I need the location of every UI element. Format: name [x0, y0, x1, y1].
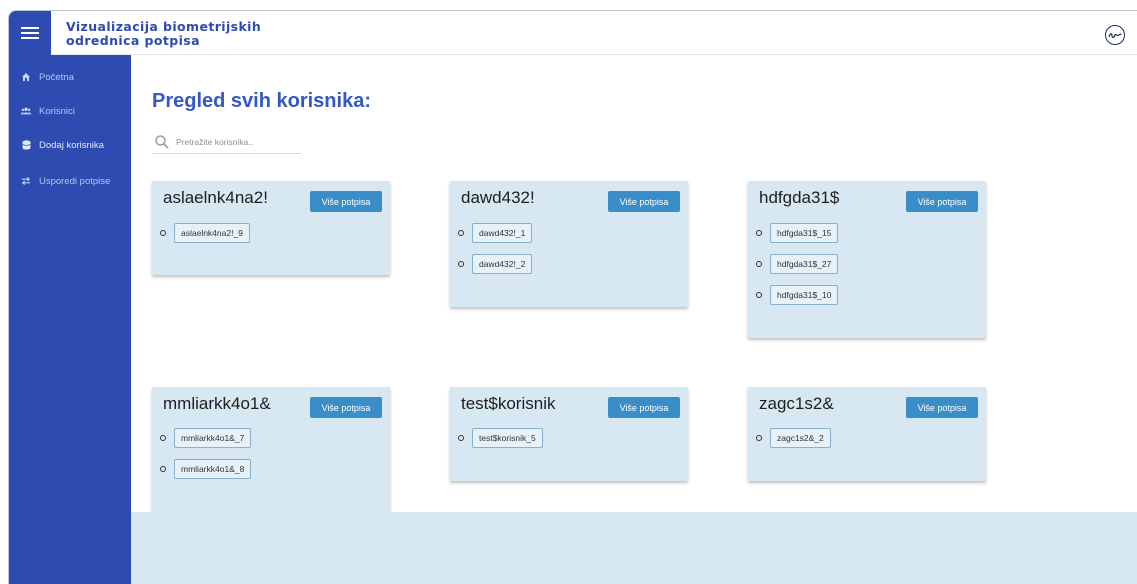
bullet-icon [756, 230, 762, 236]
more-signatures-button[interactable]: Više potpisa [906, 191, 978, 212]
more-signatures-button[interactable]: Više potpisa [906, 397, 978, 418]
more-signatures-button[interactable]: Više potpisa [310, 397, 382, 418]
signature-tag[interactable]: hdfgda31$_10 [770, 285, 839, 305]
bullet-icon [756, 261, 762, 267]
search-input[interactable] [176, 136, 296, 147]
user-name: zagc1s2& [759, 394, 834, 413]
more-signatures-button[interactable]: Više potpisa [608, 397, 680, 418]
search-icon [154, 134, 170, 150]
sidebar: Početna Korisnici Dodaj korisnika Uspore… [9, 55, 131, 584]
bullet-icon [458, 261, 464, 267]
bullet-icon [756, 435, 762, 441]
sidebar-item-usporedi-potpise[interactable]: Usporedi potpise [21, 173, 110, 189]
signature-tag[interactable]: mmliarkk4o1&_7 [174, 428, 252, 448]
sidebar-item-label: Usporedi potpise [39, 175, 111, 187]
user-card: dawd432! Više potpisa dawd432!_1 dawd432… [450, 181, 688, 307]
signature-item: hdfgda31$_10 [756, 285, 839, 305]
signature-tag[interactable]: hdfgda31$_27 [770, 254, 839, 274]
signature-tag[interactable]: test$korisnik_5 [472, 428, 543, 448]
user-card: aslaelnk4na2! Više potpisa aslaelnk4na2!… [152, 181, 390, 275]
signature-item: hdfgda31$_15 [756, 223, 839, 243]
signature-item: dawd432!_1 [458, 223, 533, 243]
bullet-icon [160, 230, 166, 236]
sidebar-item-label: Početna [39, 71, 74, 83]
signature-item: dawd432!_2 [458, 254, 533, 274]
user-card: hdfgda31$ Više potpisa hdfgda31$_15 hdfg… [748, 181, 986, 338]
app-title: Vizualizacija biometrijskih odrednica po… [66, 19, 262, 48]
bullet-icon [458, 435, 464, 441]
signature-item: aslaelnk4na2!_9 [160, 223, 250, 243]
users-icon [21, 106, 31, 116]
user-card: zagc1s2& Više potpisa zagc1s2&_2 [748, 387, 986, 481]
more-signatures-button[interactable]: Više potpisa [310, 191, 382, 212]
exchange-icon [21, 176, 31, 186]
menu-button[interactable] [9, 11, 51, 55]
signature-tag[interactable]: hdfgda31$_15 [770, 223, 839, 243]
signature-tag[interactable]: dawd432!_2 [472, 254, 533, 274]
page-title: Pregled svih korisnika: [152, 90, 371, 112]
sidebar-item-dodaj-korisnika[interactable]: Dodaj korisnika [21, 137, 104, 153]
signature-tag[interactable]: dawd432!_1 [472, 223, 533, 243]
footer-band [131, 512, 1137, 584]
signature-tag[interactable]: aslaelnk4na2!_9 [174, 223, 250, 243]
signature-item: zagc1s2&_2 [756, 428, 831, 448]
signature-item: mmliarkk4o1&_8 [160, 459, 252, 479]
user-name: aslaelnk4na2! [163, 188, 268, 207]
signature-tag[interactable]: zagc1s2&_2 [770, 428, 831, 448]
user-name: test$korisnik [461, 394, 556, 413]
user-name: hdfgda31$ [759, 188, 840, 207]
app-window: Vizualizacija biometrijskih odrednica po… [8, 10, 1137, 584]
signature-item: mmliarkk4o1&_7 [160, 428, 252, 448]
top-bar: Vizualizacija biometrijskih odrednica po… [9, 11, 1137, 55]
sidebar-item-korisnici[interactable]: Korisnici [21, 103, 75, 119]
signature-item: hdfgda31$_27 [756, 254, 839, 274]
bullet-icon [160, 466, 166, 472]
hamburger-icon [21, 27, 39, 39]
sidebar-item-label: Dodaj korisnika [39, 139, 104, 151]
signature-logo-icon[interactable] [1105, 25, 1125, 45]
user-name: dawd432! [461, 188, 535, 207]
bullet-icon [756, 292, 762, 298]
search-box [152, 130, 301, 154]
signature-item: test$korisnik_5 [458, 428, 543, 448]
user-card: mmliarkk4o1& Više potpisa mmliarkk4o1&_7… [152, 387, 390, 513]
main-content: Pregled svih korisnika: aslaelnk4na2! Vi… [131, 55, 1137, 584]
bullet-icon [458, 230, 464, 236]
signature-tag[interactable]: mmliarkk4o1&_8 [174, 459, 252, 479]
sidebar-item-pocetna[interactable]: Početna [21, 69, 74, 85]
database-icon [21, 140, 31, 150]
bullet-icon [160, 435, 166, 441]
user-name: mmliarkk4o1& [163, 394, 271, 413]
home-icon [21, 72, 31, 82]
sidebar-item-label: Korisnici [39, 105, 75, 117]
user-card: test$korisnik Više potpisa test$korisnik… [450, 387, 688, 481]
more-signatures-button[interactable]: Više potpisa [608, 191, 680, 212]
